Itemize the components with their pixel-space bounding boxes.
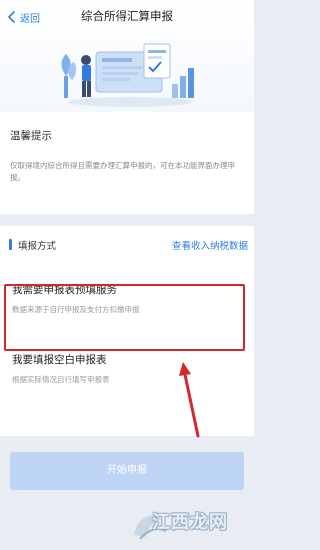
- section-marker: [9, 239, 12, 250]
- start-declaration-button[interactable]: 开始申报: [10, 452, 244, 490]
- section-title: 填报方式: [18, 241, 57, 252]
- highlight-box: [4, 284, 245, 351]
- view-tax-data-link[interactable]: 查看收入纳税数据: [172, 238, 248, 252]
- tips-panel: 温馨提示 仅取得境内综合所得且需要办理汇算申报的，可在本功能界面办理申报。: [0, 112, 254, 214]
- arrow-annotation-icon: [179, 362, 200, 438]
- watermark-text: 江西龙网: [152, 512, 228, 533]
- option-title: 我要填报空白申报表: [12, 354, 107, 366]
- section-header: 填报方式 查看收入纳税数据: [0, 226, 254, 262]
- tips-title: 温馨提示: [10, 130, 52, 142]
- header-banner: 返回 综合所得汇算申报: [0, 0, 254, 112]
- option-subtitle: 根据实际情况自行填写申报表: [12, 375, 110, 384]
- tax-illustration: [61, 43, 194, 107]
- tax-declaration-screen: 返回 综合所得汇算申报 温馨提示 仅取得境内综合所得且需要办理汇算申报的，可在本…: [0, 0, 254, 550]
- page-title: 综合所得汇算申报: [81, 9, 173, 23]
- tips-text: 仅取得境内综合所得且需要办理汇算申报的，可在本功能界面办理申报。: [10, 161, 235, 182]
